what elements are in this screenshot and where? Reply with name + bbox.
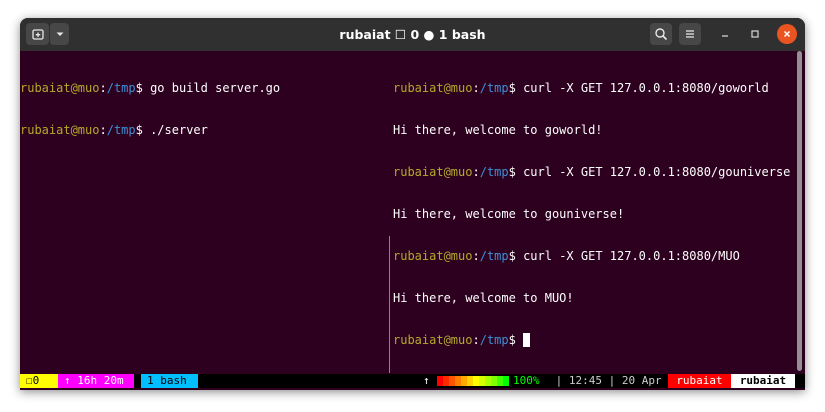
left-pane[interactable]: rubaiat@muo:/tmp$ go build server.go rub… [20,53,388,165]
prompt-symbol: $ [135,123,143,137]
terminal-line: rubaiat@muo:/tmp$ [393,333,793,347]
terminal-window: rubaiat ☐ 0 ● 1 bash rubaiat@muo:/tmp$ g… [20,18,805,390]
prompt-symbol: $ [135,81,143,95]
scrollbar[interactable] [797,51,802,371]
prompt-user: rubaiat@muo [393,165,473,179]
close-icon [783,30,791,38]
minimize-icon [722,35,728,37]
prompt-symbol: $ [508,81,516,95]
window-indicator: ☐0 [20,374,58,388]
prompt-separator: : [472,165,480,179]
prompt-user: rubaiat@muo [20,81,100,95]
prompt-separator: : [472,249,480,263]
prompt-symbol: $ [508,333,516,347]
search-button[interactable] [650,23,672,45]
prompt-user: rubaiat@muo [393,333,473,347]
clock-date: | 12:45 | 20 Apr [549,374,662,387]
prompt-path: /tmp [479,249,509,263]
prompt-user: rubaiat@muo [393,81,473,95]
command-text: go build server.go [142,81,281,95]
maximize-button[interactable] [745,24,765,44]
pane-divider[interactable] [389,236,390,373]
uptime-indicator: ↑ 16h 20m [58,374,134,388]
text-cursor [523,333,531,347]
terminal-line: rubaiat@muo:/tmp$ ./server [20,123,388,137]
prompt-symbol: $ [508,249,516,263]
prompt-path: /tmp [479,165,509,179]
prompt-separator: : [472,81,480,95]
menu-button[interactable] [679,23,701,45]
prompt-user: rubaiat@muo [393,249,473,263]
battery-meter [437,376,509,386]
command-text: curl -X GET 127.0.0.1:8080/goworld [515,81,769,95]
terminal-line: rubaiat@muo:/tmp$ curl -X GET 127.0.0.1:… [393,249,793,263]
terminal-line: rubaiat@muo:/tmp$ curl -X GET 127.0.0.1:… [393,165,793,179]
host-label: rubaiat [668,374,731,388]
right-pane[interactable]: rubaiat@muo:/tmp$ curl -X GET 127.0.0.1:… [393,53,793,375]
prompt-path: /tmp [479,333,509,347]
prompt-path: /tmp [106,123,136,137]
minimize-button[interactable] [715,24,735,44]
prompt-path: /tmp [479,81,509,95]
output-line: Hi there, welcome to gouniverse! [393,207,625,221]
output-line: Hi there, welcome to goworld! [393,123,603,137]
search-icon [655,28,668,41]
command-text: curl -X GET 127.0.0.1:8080/MUO [515,249,740,263]
prompt-symbol: $ [508,165,516,179]
close-button[interactable] [777,24,797,44]
command-text: curl -X GET 127.0.0.1:8080/gouniverse [515,165,791,179]
prompt-separator: : [99,81,107,95]
terminal-line: rubaiat@muo:/tmp$ curl -X GET 127.0.0.1:… [393,81,793,95]
terminal-area[interactable]: rubaiat@muo:/tmp$ go build server.go rub… [20,51,805,373]
active-tab-label[interactable]: 1 bash [141,374,198,388]
hamburger-icon [686,30,694,38]
tmux-status-bar: ☐0 ↑ 16h 20m 1 bash ↑ 100% | 12:45 | 20 … [20,374,805,388]
arrow-up-icon: ↑ [423,374,430,387]
prompt-user: rubaiat@muo [20,123,100,137]
command-text [516,333,523,347]
title-bar: rubaiat ☐ 0 ● 1 bash [20,18,805,51]
command-text: ./server [142,123,208,137]
battery-percent: 100% [513,374,540,387]
prompt-path: /tmp [106,81,136,95]
user-label: rubaiat [731,374,795,388]
maximize-icon [751,30,759,38]
output-line: Hi there, welcome to MUO! [393,291,574,305]
prompt-separator: : [472,333,480,347]
prompt-separator: : [99,123,107,137]
terminal-line: rubaiat@muo:/tmp$ go build server.go [20,81,388,95]
